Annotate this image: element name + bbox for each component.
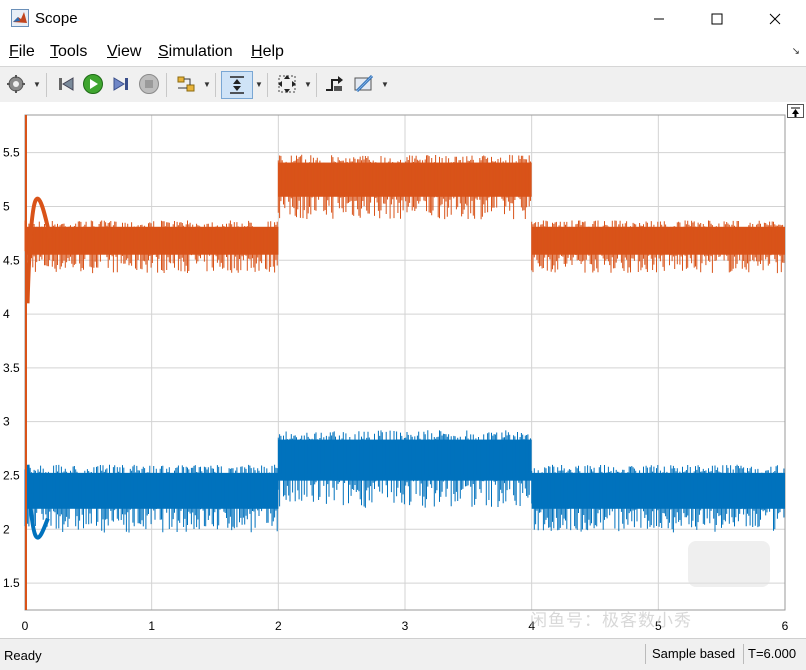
triggers-button[interactable]	[322, 71, 346, 97]
toolbar-separator	[316, 73, 317, 97]
maximize-button[interactable]	[688, 0, 746, 38]
y-tick-label: 3.5	[3, 361, 20, 375]
series-1-trace	[277, 154, 531, 220]
undock-icon	[791, 107, 800, 117]
settings-icon	[7, 75, 25, 93]
zoom-button[interactable]	[221, 71, 253, 99]
measurement-icon	[354, 74, 374, 93]
toolbar-separator	[215, 73, 216, 97]
menu-help[interactable]: Help	[251, 43, 284, 61]
series-1-trace	[24, 220, 278, 274]
menu-view[interactable]: View	[107, 43, 141, 61]
highlight-block-button[interactable]	[174, 71, 198, 97]
series-2-trace	[277, 430, 531, 508]
y-tick-label: 3	[3, 415, 10, 429]
triggers-icon	[326, 76, 343, 91]
minimize-button[interactable]	[630, 0, 688, 38]
y-tick-label: 5	[3, 199, 10, 213]
stop-button[interactable]	[137, 71, 161, 97]
measurement-button[interactable]	[351, 71, 377, 97]
y-tick-label: 1.5	[3, 576, 20, 590]
stop-icon	[139, 74, 159, 94]
zoom-icon	[230, 76, 244, 94]
highlight-block-icon	[177, 76, 195, 92]
watermark-logo	[688, 541, 770, 587]
y-tick-label: 4	[3, 307, 10, 321]
y-tick-label: 2	[3, 522, 10, 536]
undock-button[interactable]	[787, 104, 804, 118]
close-button[interactable]	[746, 0, 804, 38]
maximize-icon	[711, 13, 723, 25]
toolbar-separator	[46, 73, 47, 97]
x-tick-label: 6	[782, 619, 789, 633]
x-tick-label: 1	[148, 619, 155, 633]
zoom-dropdown-icon[interactable]: ▼	[255, 80, 263, 89]
step-forward-button[interactable]	[109, 71, 133, 97]
step-back-button[interactable]	[54, 71, 78, 97]
y-tick-label: 4.5	[3, 253, 20, 267]
status-time: T=6.000	[743, 644, 800, 664]
run-button[interactable]	[81, 71, 105, 97]
window-title: Scope	[35, 10, 78, 27]
highlight-dropdown-icon[interactable]: ▼	[203, 80, 211, 89]
close-icon	[769, 13, 781, 25]
scope-display[interactable]: 0 1 2 3 4 5 6 1.5 2 2.5 3 3.5 4 4.5 5 5.5	[0, 102, 806, 638]
run-icon	[83, 74, 103, 94]
x-tick-label: 3	[402, 619, 409, 633]
menu-bar: File Tools View Simulation Help ↘	[0, 38, 806, 66]
step-forward-icon	[113, 77, 128, 91]
x-tick-label: 2	[275, 619, 282, 633]
settings-button[interactable]	[4, 71, 28, 97]
watermark-text: 闲鱼号：极客数小秀	[530, 611, 692, 630]
menu-file[interactable]: File	[9, 43, 35, 61]
matlab-logo-icon	[11, 9, 29, 27]
toolbar: ▼ ▼ ▼ ▼ ▼	[0, 66, 806, 104]
x-tick-label: 0	[22, 619, 29, 633]
status-ready: Ready	[4, 648, 42, 663]
status-sample-mode: Sample based	[645, 644, 741, 664]
fit-view-icon	[278, 75, 296, 93]
toolbar-separator	[166, 73, 167, 97]
title-bar: Scope	[0, 0, 806, 38]
dock-arrow-icon[interactable]: ↘	[792, 46, 800, 57]
menu-simulation[interactable]: Simulation	[158, 43, 233, 61]
minimize-icon	[654, 18, 664, 20]
y-tick-label: 2.5	[3, 468, 20, 482]
fit-view-dropdown-icon[interactable]: ▼	[304, 80, 312, 89]
fit-view-button[interactable]	[274, 71, 300, 97]
toolbar-separator	[267, 73, 268, 97]
step-back-icon	[59, 77, 74, 91]
settings-dropdown-icon[interactable]: ▼	[33, 80, 41, 89]
measurement-dropdown-icon[interactable]: ▼	[381, 80, 389, 89]
menu-tools[interactable]: Tools	[50, 43, 87, 61]
axis-labels: 0 1 2 3 4 5 61.522.533.544.555.5	[3, 146, 789, 633]
scope-axes[interactable]: 0 1 2 3 4 5 61.522.533.544.555.5	[0, 102, 806, 638]
y-tick-label: 5.5	[3, 146, 20, 160]
status-bar: Ready Sample based T=6.000	[0, 638, 806, 670]
